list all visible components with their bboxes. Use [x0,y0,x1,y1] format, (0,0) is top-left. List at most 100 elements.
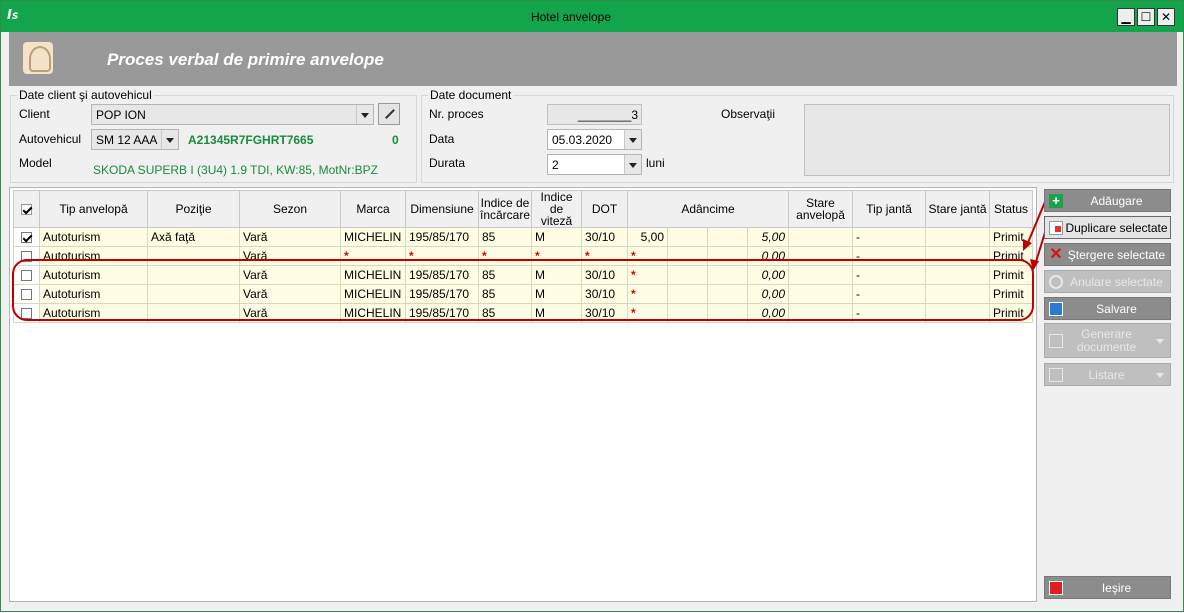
cell-d3[interactable] [707,303,749,323]
cell-tip_janta[interactable]: - [852,284,927,304]
cell-dot[interactable]: 30/10 [581,265,629,285]
cell-viteza[interactable]: M [531,284,583,304]
cell-tip_janta[interactable]: - [852,265,927,285]
col-header-tip[interactable]: Tip anvelopă [39,190,148,228]
cell-marca[interactable]: MICHELIN [340,303,406,323]
col-header-viteza[interactable]: Indice de viteză [531,190,583,228]
delete-selected-button[interactable]: ✕ Ştergere selectate [1044,243,1171,266]
cell-incarcare[interactable]: 85 [477,303,533,323]
cell-d1[interactable]: * [627,265,669,285]
cell-total[interactable]: 0,00 [747,246,790,266]
minimize-button[interactable]: ▁ [1117,8,1135,26]
chevron-down-icon[interactable] [624,155,641,174]
cell-marca[interactable]: MICHELIN [340,284,406,304]
cell-stare[interactable] [788,284,854,304]
cell-dim[interactable]: 195/85/170 [405,284,479,304]
chevron-down-icon[interactable] [624,130,641,149]
cell-d2[interactable] [667,284,709,304]
col-header-stare-janta[interactable]: Stare jantă [925,190,991,228]
cell-sezon[interactable]: Vară [239,227,341,247]
maximize-button[interactable]: ☐ [1137,8,1155,26]
row-checkbox[interactable] [21,251,32,263]
cell-tip_janta[interactable]: - [852,227,927,247]
col-header-incarcare[interactable]: Indice de încărcare [477,190,533,228]
col-header-dot[interactable]: DOT [581,190,629,228]
cell-incarcare[interactable]: 85 [477,265,533,285]
select-all-header[interactable] [13,190,40,228]
cell-dot[interactable]: 30/10 [581,284,629,304]
col-header-stare[interactable]: Stare anvelopă [788,190,854,228]
cell-marca[interactable]: * [340,246,406,266]
save-button[interactable]: Salvare [1044,297,1171,320]
cell-d1[interactable]: * [627,303,669,323]
cell-d1[interactable]: * [627,246,669,266]
col-header-tip-janta[interactable]: Tip jantă [852,190,927,228]
cancel-selected-button[interactable]: Anulare selectate [1044,270,1171,293]
cell-d1[interactable]: 5,00 [627,227,669,247]
cell-stare[interactable] [788,303,854,323]
cell-total[interactable]: 0,00 [747,303,790,323]
cell-total[interactable]: 5,00 [747,227,790,247]
cell-d2[interactable] [667,303,709,323]
cell-incarcare[interactable]: 85 [477,284,533,304]
cell-stare_janta[interactable] [925,303,991,323]
cell-tip[interactable]: Autoturism [39,246,148,266]
cell-tip_janta[interactable]: - [852,303,927,323]
cell-dot[interactable]: 30/10 [581,303,629,323]
add-button[interactable]: + Adăugare [1044,189,1171,212]
cell-d3[interactable] [707,284,749,304]
select-all-checkbox[interactable] [21,204,32,216]
cell-tip_janta[interactable]: - [852,246,927,266]
table-row[interactable]: Autoturism Vară MICHELIN 195/85/170 85 M 30/10… [13,303,1034,323]
cell-tip[interactable]: Autoturism [39,284,148,304]
table-row[interactable]: Autoturism Vară MICHELIN 195/85/170 85 M 30/10… [13,284,1034,304]
cell-d3[interactable] [707,246,749,266]
cell-pozitie[interactable] [147,303,240,323]
cell-status[interactable]: Primit [989,265,1034,285]
cell-tip[interactable]: Autoturism [39,227,148,247]
cell-dim[interactable]: 195/85/170 [405,265,479,285]
cell-pozitie[interactable] [147,265,240,285]
col-header-dimensiune[interactable]: Dimensiune [405,190,479,228]
col-header-status[interactable]: Status [989,190,1034,228]
chevron-down-icon[interactable] [356,105,373,124]
row-checkbox[interactable] [21,232,32,244]
proces-nr-field[interactable]: ________3 [547,104,642,125]
cell-d2[interactable] [667,265,709,285]
row-checkbox[interactable] [21,308,32,320]
cell-dot[interactable]: * [581,246,629,266]
cell-pozitie[interactable] [147,246,240,266]
row-checkbox[interactable] [21,289,32,301]
table-row[interactable]: Autoturism Vară * * * * * * 0,00- Primit [13,246,1034,266]
duplicate-selected-button[interactable]: Duplicare selectate [1044,216,1171,239]
close-window-button[interactable]: ✕ [1157,8,1175,26]
col-header-sezon[interactable]: Sezon [239,190,341,228]
list-button[interactable]: Listare [1044,363,1171,386]
row-select-cell[interactable] [13,246,40,266]
cell-d2[interactable] [667,227,709,247]
col-header-pozitie[interactable]: Poziţie [147,190,240,228]
cell-stare[interactable] [788,227,854,247]
duration-combo[interactable]: 2 [547,154,642,175]
cell-marca[interactable]: MICHELIN [340,265,406,285]
cell-tip[interactable]: Autoturism [39,303,148,323]
cell-marca[interactable]: MICHELIN [340,227,406,247]
observations-field[interactable] [804,104,1170,176]
cell-d2[interactable] [667,246,709,266]
cell-dim[interactable]: * [405,246,479,266]
cell-d1[interactable]: * [627,284,669,304]
generate-documents-button[interactable]: Generare documente [1044,323,1171,358]
cell-total[interactable]: 0,00 [747,284,790,304]
vehicle-combo[interactable]: SM 12 AAA [91,129,179,150]
cell-sezon[interactable]: Vară [239,284,341,304]
cell-sezon[interactable]: Vară [239,303,341,323]
cell-stare_janta[interactable] [925,284,991,304]
cell-dot[interactable]: 30/10 [581,227,629,247]
cell-status[interactable]: Primit [989,227,1034,247]
cell-incarcare[interactable]: 85 [477,227,533,247]
row-select-cell[interactable] [13,227,40,247]
cell-total[interactable]: 0,00 [747,265,790,285]
row-select-cell[interactable] [13,265,40,285]
row-select-cell[interactable] [13,284,40,304]
col-header-marca[interactable]: Marca [340,190,406,228]
